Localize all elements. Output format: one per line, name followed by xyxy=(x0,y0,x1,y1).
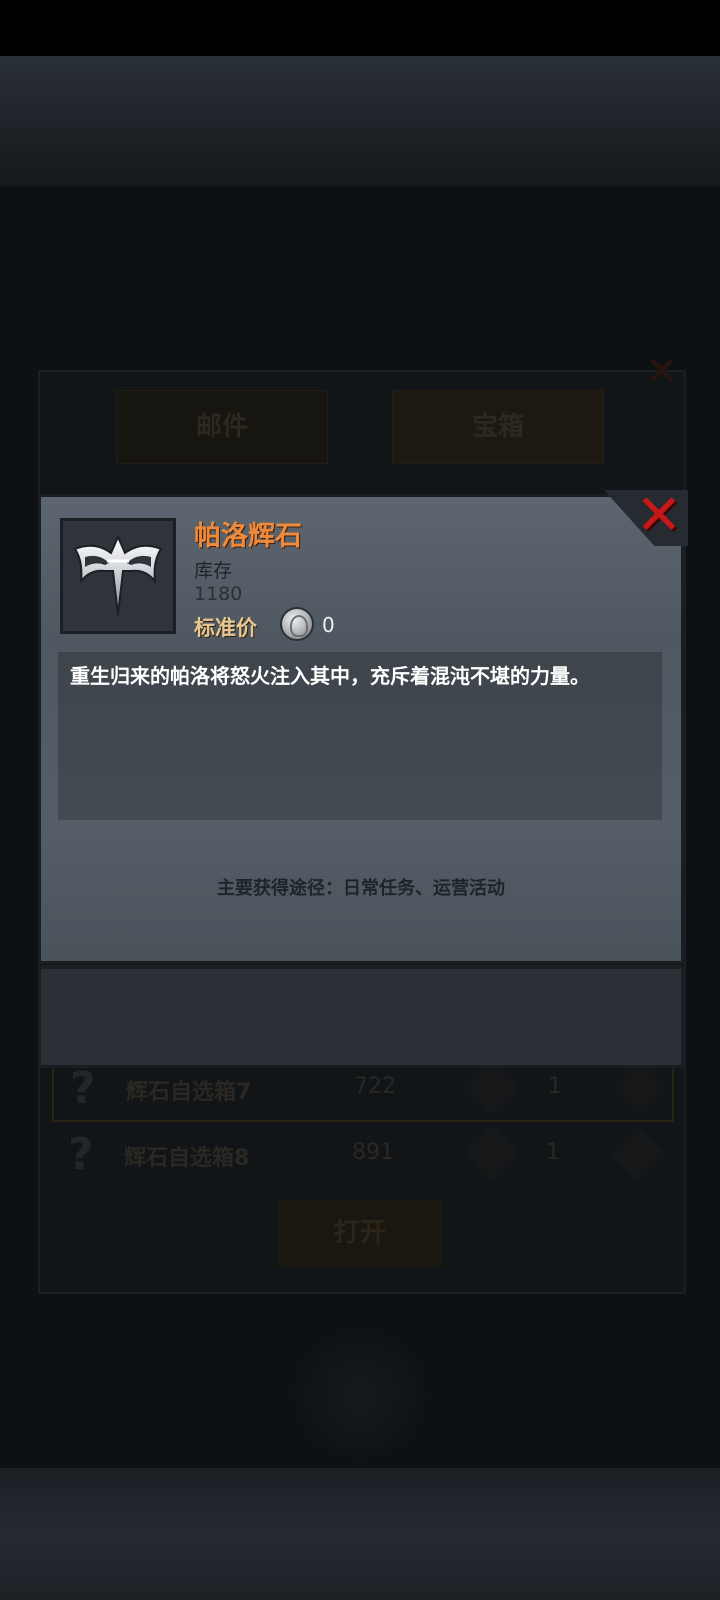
list-item-count: 891 xyxy=(352,1140,394,1165)
popup-footer xyxy=(38,966,684,1068)
acquisition-source: 主要获得途径：日常任务、运营活动 xyxy=(217,878,505,899)
close-button[interactable]: ✕ xyxy=(634,488,684,544)
tab-mail: 邮件 xyxy=(116,390,328,464)
question-mark-icon: ? xyxy=(68,1129,94,1180)
bottom-banner xyxy=(0,1468,720,1600)
background-close-icon: ✕ xyxy=(645,349,679,395)
tab-chest: 宝箱 xyxy=(392,390,604,464)
item-icon-frame xyxy=(60,518,176,634)
question-mark-icon: ? xyxy=(70,1063,96,1114)
item-name: 帕洛辉石 xyxy=(194,521,302,552)
price-label: 标准价 xyxy=(194,616,257,640)
minus-icon xyxy=(463,1125,521,1183)
list-item-count: 722 xyxy=(354,1074,396,1099)
plus-icon xyxy=(609,1125,667,1183)
list-item-qty: 1 xyxy=(546,1140,560,1165)
stock-label: 库存 xyxy=(194,560,233,582)
price-value: 0 xyxy=(322,613,335,637)
top-banner xyxy=(0,56,720,186)
status-bar xyxy=(0,0,720,56)
silver-coin-icon xyxy=(280,607,314,641)
emblem-icon xyxy=(292,1330,428,1460)
winged-emblem-icon xyxy=(73,534,163,616)
list-item-name: 辉石自选箱8 xyxy=(124,1146,250,1171)
plus-icon xyxy=(611,1059,669,1117)
list-item-name: 辉石自选箱7 xyxy=(126,1080,252,1105)
open-button: 打开 xyxy=(278,1200,442,1266)
minus-icon xyxy=(465,1059,523,1117)
list-item: ? 辉石自选箱8 891 1 xyxy=(52,1124,670,1186)
item-description: 重生归来的帕洛将怒火注入其中，充斥着混沌不堪的力量。 xyxy=(70,664,590,688)
list-item-qty: 1 xyxy=(548,1074,562,1099)
stock-value: 1180 xyxy=(194,583,243,605)
